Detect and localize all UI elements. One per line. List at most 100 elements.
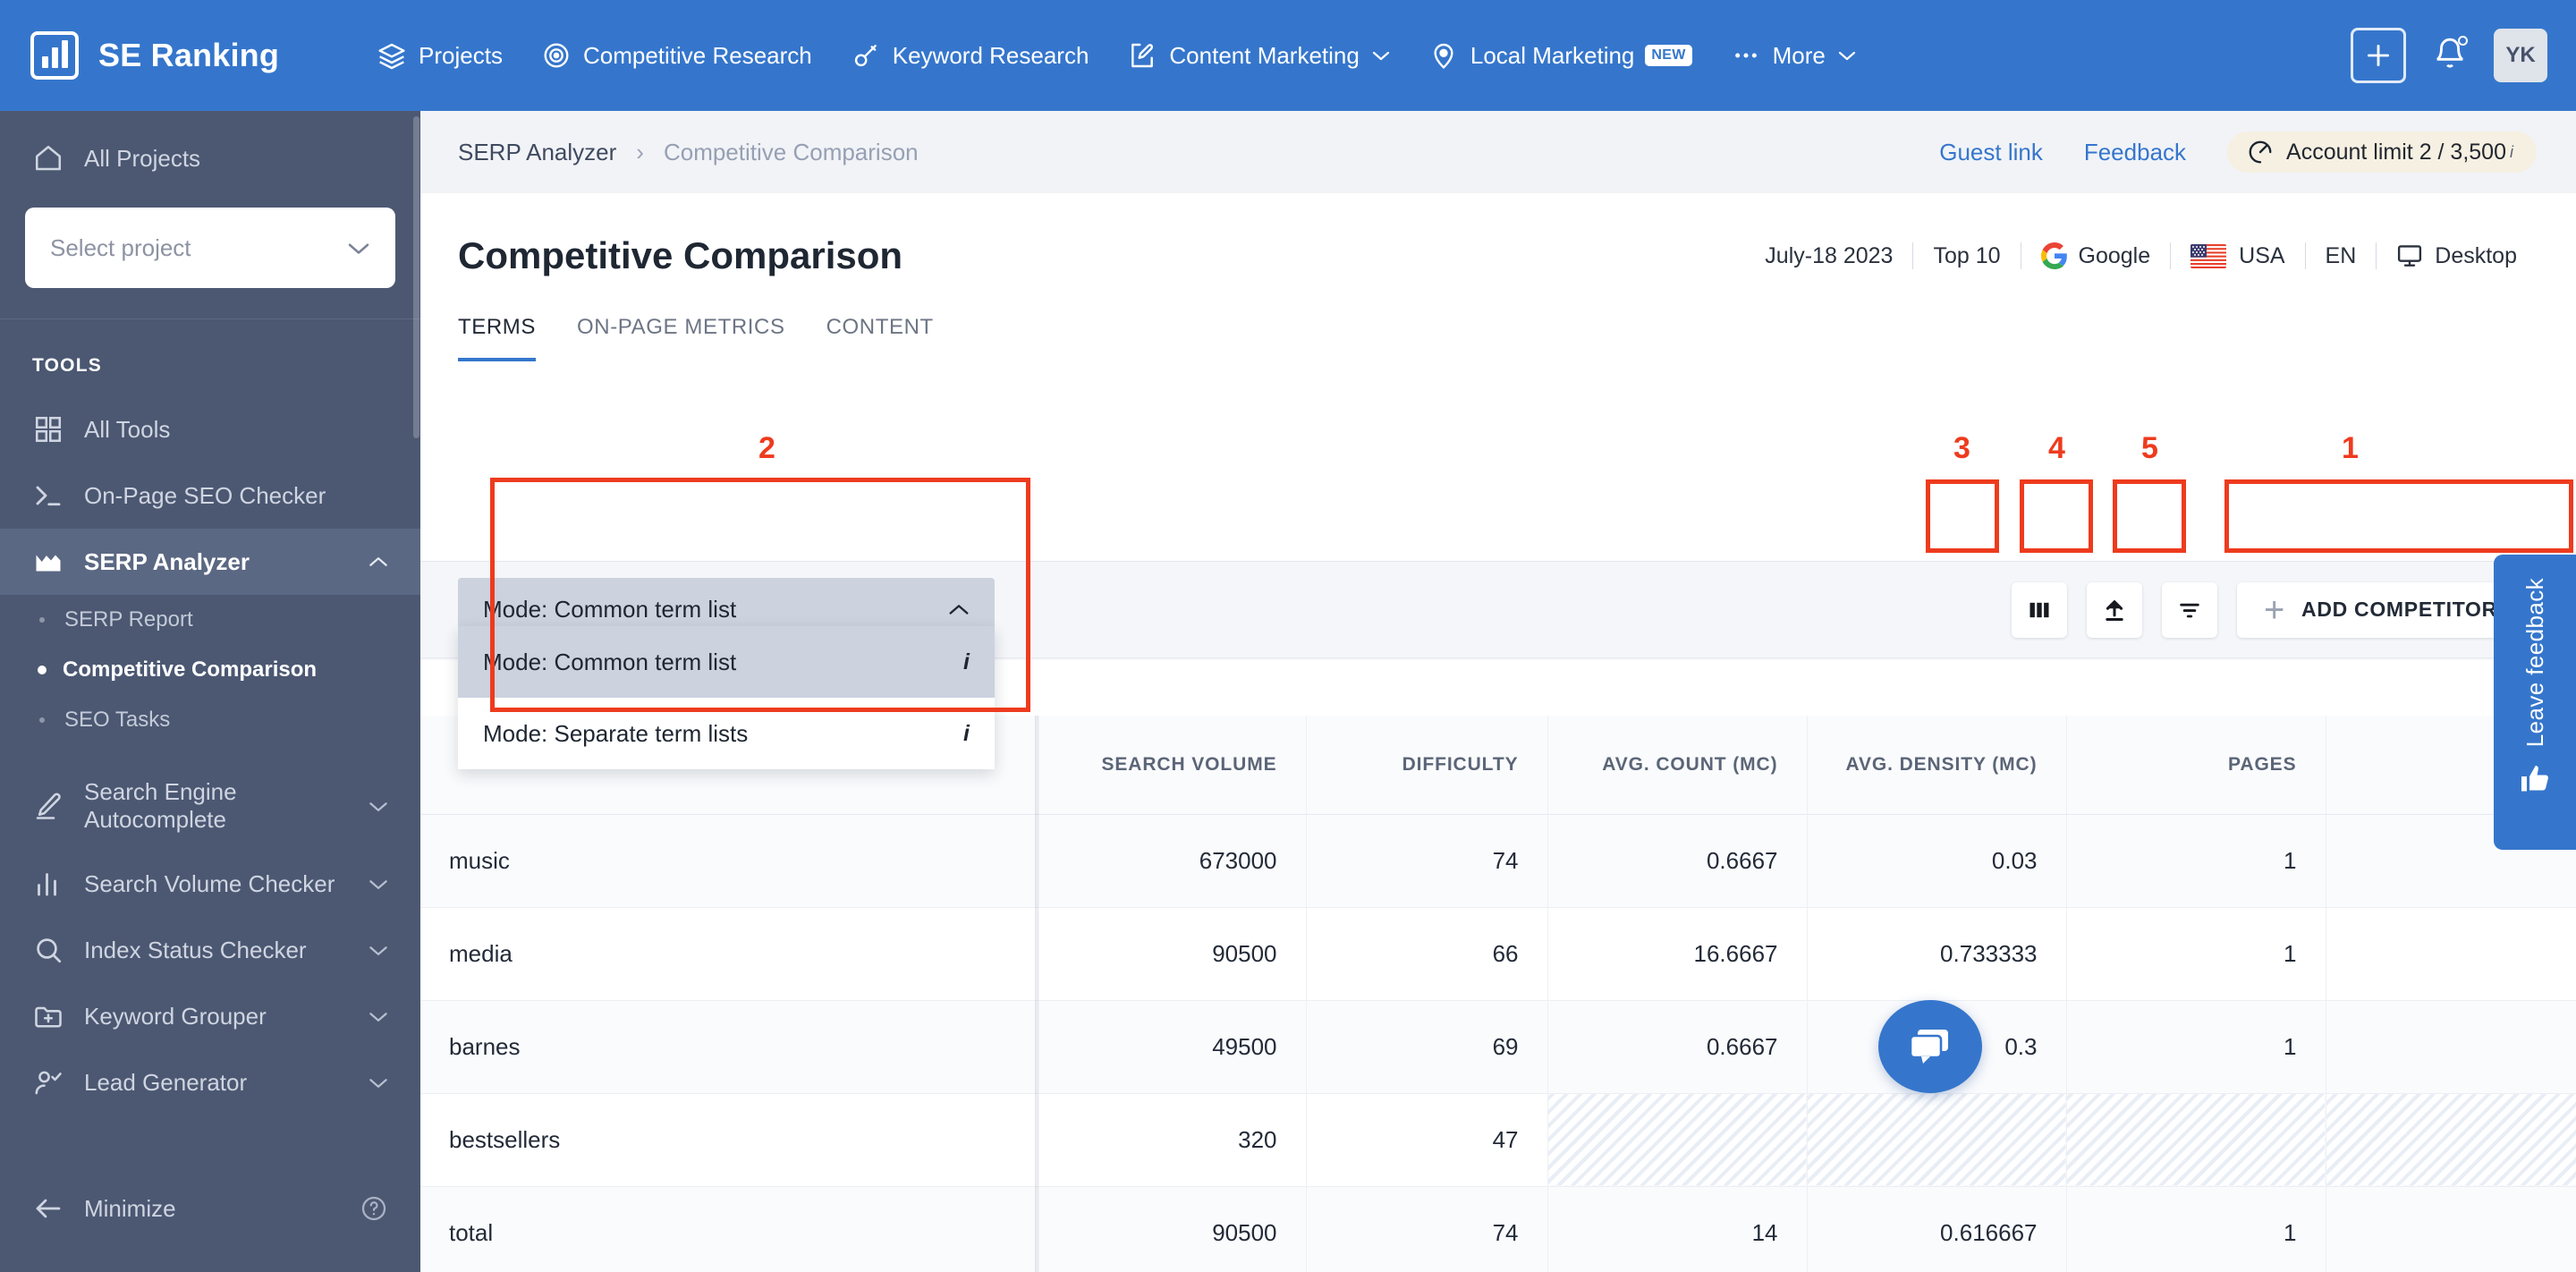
notification-dot <box>2458 35 2468 46</box>
cell-search-volume: 673000 <box>1038 814 1307 908</box>
filter-language-label: EN <box>2325 242 2357 268</box>
sidebar-item-keyword-grouper[interactable]: Keyword Grouper <box>0 983 420 1049</box>
filter-date[interactable]: July-18 2023 <box>1745 243 1912 269</box>
mountain-image-icon <box>36 555 61 572</box>
chevron-down-icon <box>369 801 387 811</box>
brand[interactable]: SE Ranking <box>30 31 279 80</box>
col-header-search-volume[interactable]: SEARCH VOLUME <box>1038 716 1307 815</box>
nav-label: Competitive Research <box>582 41 812 69</box>
info-icon[interactable]: i <box>963 649 970 675</box>
filter-device-label: Desktop <box>2435 242 2517 268</box>
filter-device[interactable]: Desktop <box>2377 243 2537 269</box>
tab-on-page-metrics[interactable]: ON-PAGE METRICS <box>577 315 785 361</box>
help-circle-icon[interactable] <box>360 1194 388 1223</box>
filter-button[interactable] <box>2161 581 2217 638</box>
columns-icon <box>2029 602 2049 617</box>
sidebar-item-serp-analyzer[interactable]: SERP Analyzer <box>0 529 420 595</box>
table-body: music 673000 74 0.6667 0.03 1 media 9050… <box>420 814 2576 1272</box>
sidebar-item-search-engine-autocomplete[interactable]: Search Engine Autocomplete <box>0 761 420 851</box>
home-icon <box>35 145 62 171</box>
guest-link-button[interactable]: Guest link <box>1939 139 2043 166</box>
table-toolbar: Mode: Common term list + ADD COMPETITORS… <box>420 562 2576 769</box>
table-toolbar-wrapper: Mode: Common term list + ADD COMPETITORS… <box>420 562 2576 769</box>
info-icon[interactable]: i <box>963 721 970 747</box>
col-header-avg-count[interactable]: AVG. COUNT (MC) <box>1547 716 1808 815</box>
tab-terms[interactable]: TERMS <box>458 315 536 361</box>
terms-table-container[interactable]: SEARCH VOLUME DIFFICULTY AVG. COUNT (MC)… <box>420 716 2576 1272</box>
filter-country-label: USA <box>2239 242 2285 268</box>
nav-item-content-marketing[interactable]: Content Marketing <box>1108 32 1409 79</box>
filter-top[interactable]: Top 10 <box>1913 243 2020 269</box>
nav-item-competitive-research[interactable]: Competitive Research <box>522 32 832 79</box>
sidebar-item-search-volume-checker[interactable]: Search Volume Checker <box>0 851 420 917</box>
feedback-button[interactable]: Feedback <box>2084 139 2186 166</box>
leave-feedback-tab[interactable]: Leave feedback <box>2494 555 2576 850</box>
account-limit-badge[interactable]: Account limit 2 / 3,500 i <box>2227 131 2537 173</box>
breadcrumb-parent[interactable]: SERP Analyzer <box>458 139 616 166</box>
sidebar-label: Index Status Checker <box>84 936 307 963</box>
table-row[interactable]: total 90500 74 14 0.616667 1 <box>420 1186 2576 1272</box>
tab-content[interactable]: CONTENT <box>826 315 934 361</box>
mode-option-label: Mode: Common term list <box>483 648 737 675</box>
filter-search-engine[interactable]: Google <box>2021 242 2171 269</box>
nav-item-local-marketing[interactable]: Local Marketing NEW <box>1410 32 1712 79</box>
cell-avg-count: 0.6667 <box>1547 1000 1808 1094</box>
chat-button[interactable] <box>1878 1000 1982 1093</box>
nav-label: Keyword Research <box>892 41 1089 69</box>
table-row[interactable]: media 90500 66 16.6667 0.733333 1 <box>420 907 2576 1001</box>
annotation-number-3: 3 <box>1953 431 1970 465</box>
annotation-number-4: 4 <box>2048 431 2065 465</box>
sidebar-item-all-projects[interactable]: All Projects <box>0 125 420 191</box>
edit-square-icon <box>1131 43 1154 68</box>
chevron-up-icon <box>369 556 387 566</box>
sidebar-item-all-tools[interactable]: All Tools <box>0 396 420 462</box>
table-row[interactable]: music 673000 74 0.6667 0.03 1 <box>420 814 2576 908</box>
export-button[interactable] <box>2086 581 2142 638</box>
col-header-pages[interactable]: PAGES <box>2066 716 2326 815</box>
project-select[interactable]: Select project <box>25 208 395 288</box>
columns-button[interactable] <box>2011 581 2067 638</box>
cell-difficulty: 74 <box>1306 814 1548 908</box>
sidebar-item-minimize[interactable]: Minimize <box>0 1175 420 1242</box>
sidebar-item-on-page-seo-checker[interactable]: On-Page SEO Checker <box>0 462 420 529</box>
page-title: Competitive Comparison <box>458 234 903 276</box>
cell-term: music <box>420 814 1038 908</box>
sidebar-item-seo-tasks[interactable]: SEO Tasks <box>0 695 420 745</box>
sidebar-item-competitive-comparison[interactable]: Competitive Comparison <box>0 645 420 695</box>
terms-table: SEARCH VOLUME DIFFICULTY AVG. COUNT (MC)… <box>420 716 2576 1272</box>
cell-avg-count: 14 <box>1547 1186 1808 1272</box>
filter-language[interactable]: EN <box>2306 243 2377 269</box>
se-ranking-logo-icon <box>30 31 79 80</box>
breadcrumb-bar: SERP Analyzer › Competitive Comparison G… <box>420 111 2576 193</box>
search-icon <box>37 938 62 963</box>
sidebar-scrollbar[interactable] <box>413 116 419 438</box>
sidebar-label: On-Page SEO Checker <box>84 481 326 509</box>
page-title-row: Competitive Comparison July-18 2023 Top … <box>420 193 2576 277</box>
filter-country[interactable]: USA <box>2171 243 2304 269</box>
top-navigation-bar: SE Ranking Projects Competitive Research… <box>0 0 2576 111</box>
col-header-difficulty[interactable]: DIFFICULTY <box>1306 716 1548 815</box>
cell-wdf <box>2326 1000 2576 1094</box>
mode-option-common-term-list[interactable]: Mode: Common term list i <box>458 626 995 698</box>
sidebar-item-lead-generator[interactable]: Lead Generator <box>0 1049 420 1115</box>
sidebar: All Projects Select project TOOLS All To… <box>0 111 420 1272</box>
notifications-button[interactable] <box>2433 35 2468 75</box>
nav-item-projects[interactable]: Projects <box>358 32 522 79</box>
avatar[interactable]: YK <box>2494 29 2547 82</box>
cell-difficulty: 47 <box>1306 1093 1548 1187</box>
col-header-avg-density[interactable]: AVG. DENSITY (MC) <box>1807 716 2067 815</box>
mode-option-separate-term-lists[interactable]: Mode: Separate term lists i <box>458 698 995 769</box>
table-row[interactable]: barnes 49500 69 0.6667 0.3 1 <box>420 1000 2576 1094</box>
ellipsis-icon <box>1734 53 1757 58</box>
cell-search-volume: 49500 <box>1038 1000 1307 1094</box>
account-limit-info[interactable]: i <box>2510 143 2513 162</box>
brand-name: SE Ranking <box>98 37 280 73</box>
nav-item-keyword-research[interactable]: Keyword Research <box>832 32 1109 79</box>
nav-label: Content Marketing <box>1169 41 1360 69</box>
nav-item-more[interactable]: More <box>1712 32 1876 79</box>
table-row[interactable]: bestsellers 320 47 <box>420 1093 2576 1187</box>
sidebar-item-serp-report[interactable]: SERP Report <box>0 595 420 645</box>
account-limit-text: Account limit 2 / 3,500 <box>2286 139 2506 165</box>
sidebar-item-index-status-checker[interactable]: Index Status Checker <box>0 917 420 983</box>
add-new-button[interactable] <box>2351 28 2406 83</box>
